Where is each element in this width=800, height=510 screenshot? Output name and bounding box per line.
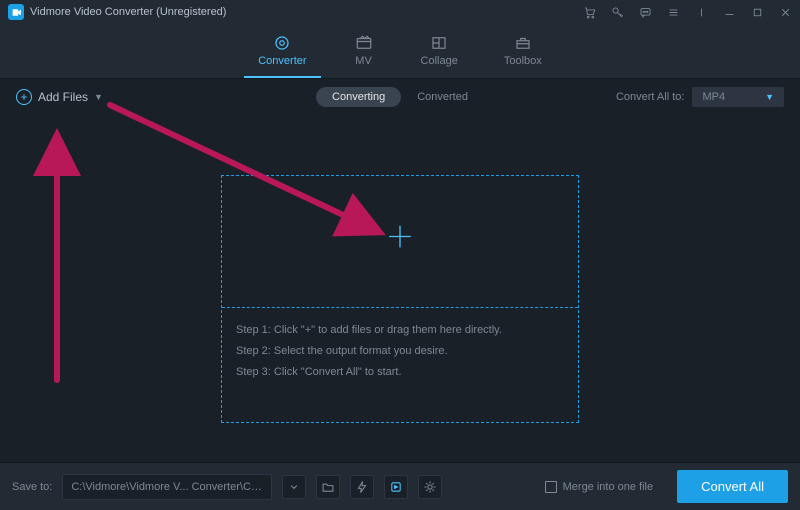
divider <box>694 5 708 19</box>
collage-icon <box>428 34 450 52</box>
toolbox-icon <box>512 34 534 52</box>
tab-converter[interactable]: Converter <box>258 34 306 69</box>
close-icon[interactable] <box>778 5 792 19</box>
save-to-label: Save to: <box>12 481 52 493</box>
cart-icon[interactable] <box>582 5 596 19</box>
output-format-select[interactable]: MP4 ▼ <box>692 87 784 107</box>
dropzone[interactable]: Step 1: Click "+" to add files or drag t… <box>221 175 579 423</box>
key-icon[interactable] <box>610 5 624 19</box>
merge-checkbox[interactable]: Merge into one file <box>545 481 654 493</box>
chevron-down-icon: ▼ <box>765 92 774 102</box>
instruction-steps: Step 1: Click "+" to add files or drag t… <box>236 320 568 383</box>
toolbar: + Add Files ▼ Converting Converted Conve… <box>0 79 800 115</box>
chevron-down-icon: ▼ <box>94 92 103 102</box>
add-files-button[interactable]: + Add Files ▼ <box>16 89 103 105</box>
tab-label: MV <box>355 55 372 67</box>
tab-label: Toolbox <box>504 55 542 67</box>
converter-icon <box>271 34 293 52</box>
annotation-arrow-left <box>28 125 88 395</box>
mv-icon <box>353 34 375 52</box>
segment-converting[interactable]: Converting <box>316 87 401 107</box>
step-1: Step 1: Click "+" to add files or drag t… <box>236 320 568 341</box>
segment-converted[interactable]: Converted <box>401 87 484 107</box>
dropzone-plus-icon[interactable] <box>387 224 413 255</box>
convert-all-button[interactable]: Convert All <box>677 470 788 503</box>
hw-accel-button[interactable] <box>350 475 374 499</box>
merge-label: Merge into one file <box>563 481 654 493</box>
checkbox-icon <box>545 481 557 493</box>
titlebar: Vidmore Video Converter (Unregistered) <box>0 0 800 24</box>
menu-icon[interactable] <box>666 5 680 19</box>
app-title: Vidmore Video Converter (Unregistered) <box>30 6 226 18</box>
tab-mv[interactable]: MV <box>353 34 375 69</box>
maximize-icon[interactable] <box>750 5 764 19</box>
tab-toolbox[interactable]: Toolbox <box>504 34 542 69</box>
dropzone-divider <box>222 307 578 308</box>
tab-label: Converter <box>258 55 306 67</box>
minimize-icon[interactable] <box>722 5 736 19</box>
step-3: Step 3: Click "Convert All" to start. <box>236 362 568 383</box>
main-tabs: Converter MV Collage Toolbox <box>0 24 800 79</box>
settings-button[interactable] <box>418 475 442 499</box>
tab-collage[interactable]: Collage <box>421 34 458 69</box>
output-format-value: MP4 <box>702 91 725 103</box>
high-speed-button[interactable] <box>384 475 408 499</box>
app-logo-icon <box>8 4 24 20</box>
convert-all-to-label: Convert All to: <box>616 91 684 103</box>
footer: Save to: C:\Vidmore\Vidmore V... Convert… <box>0 462 800 510</box>
feedback-icon[interactable] <box>638 5 652 19</box>
add-files-label: Add Files <box>38 90 88 104</box>
save-path-field[interactable]: C:\Vidmore\Vidmore V... Converter\Conver… <box>62 474 272 500</box>
open-folder-button[interactable] <box>316 475 340 499</box>
tab-label: Collage <box>421 55 458 67</box>
titlebar-controls <box>582 5 792 19</box>
convert-status-segmented: Converting Converted <box>316 87 484 107</box>
step-2: Step 2: Select the output format you des… <box>236 341 568 362</box>
main-area: Step 1: Click "+" to add files or drag t… <box>0 115 800 451</box>
app-window: Vidmore Video Converter (Unregistered) C… <box>0 0 800 510</box>
save-path-dropdown[interactable] <box>282 475 306 499</box>
plus-circle-icon: + <box>16 89 32 105</box>
convert-all-to: Convert All to: MP4 ▼ <box>616 87 784 107</box>
